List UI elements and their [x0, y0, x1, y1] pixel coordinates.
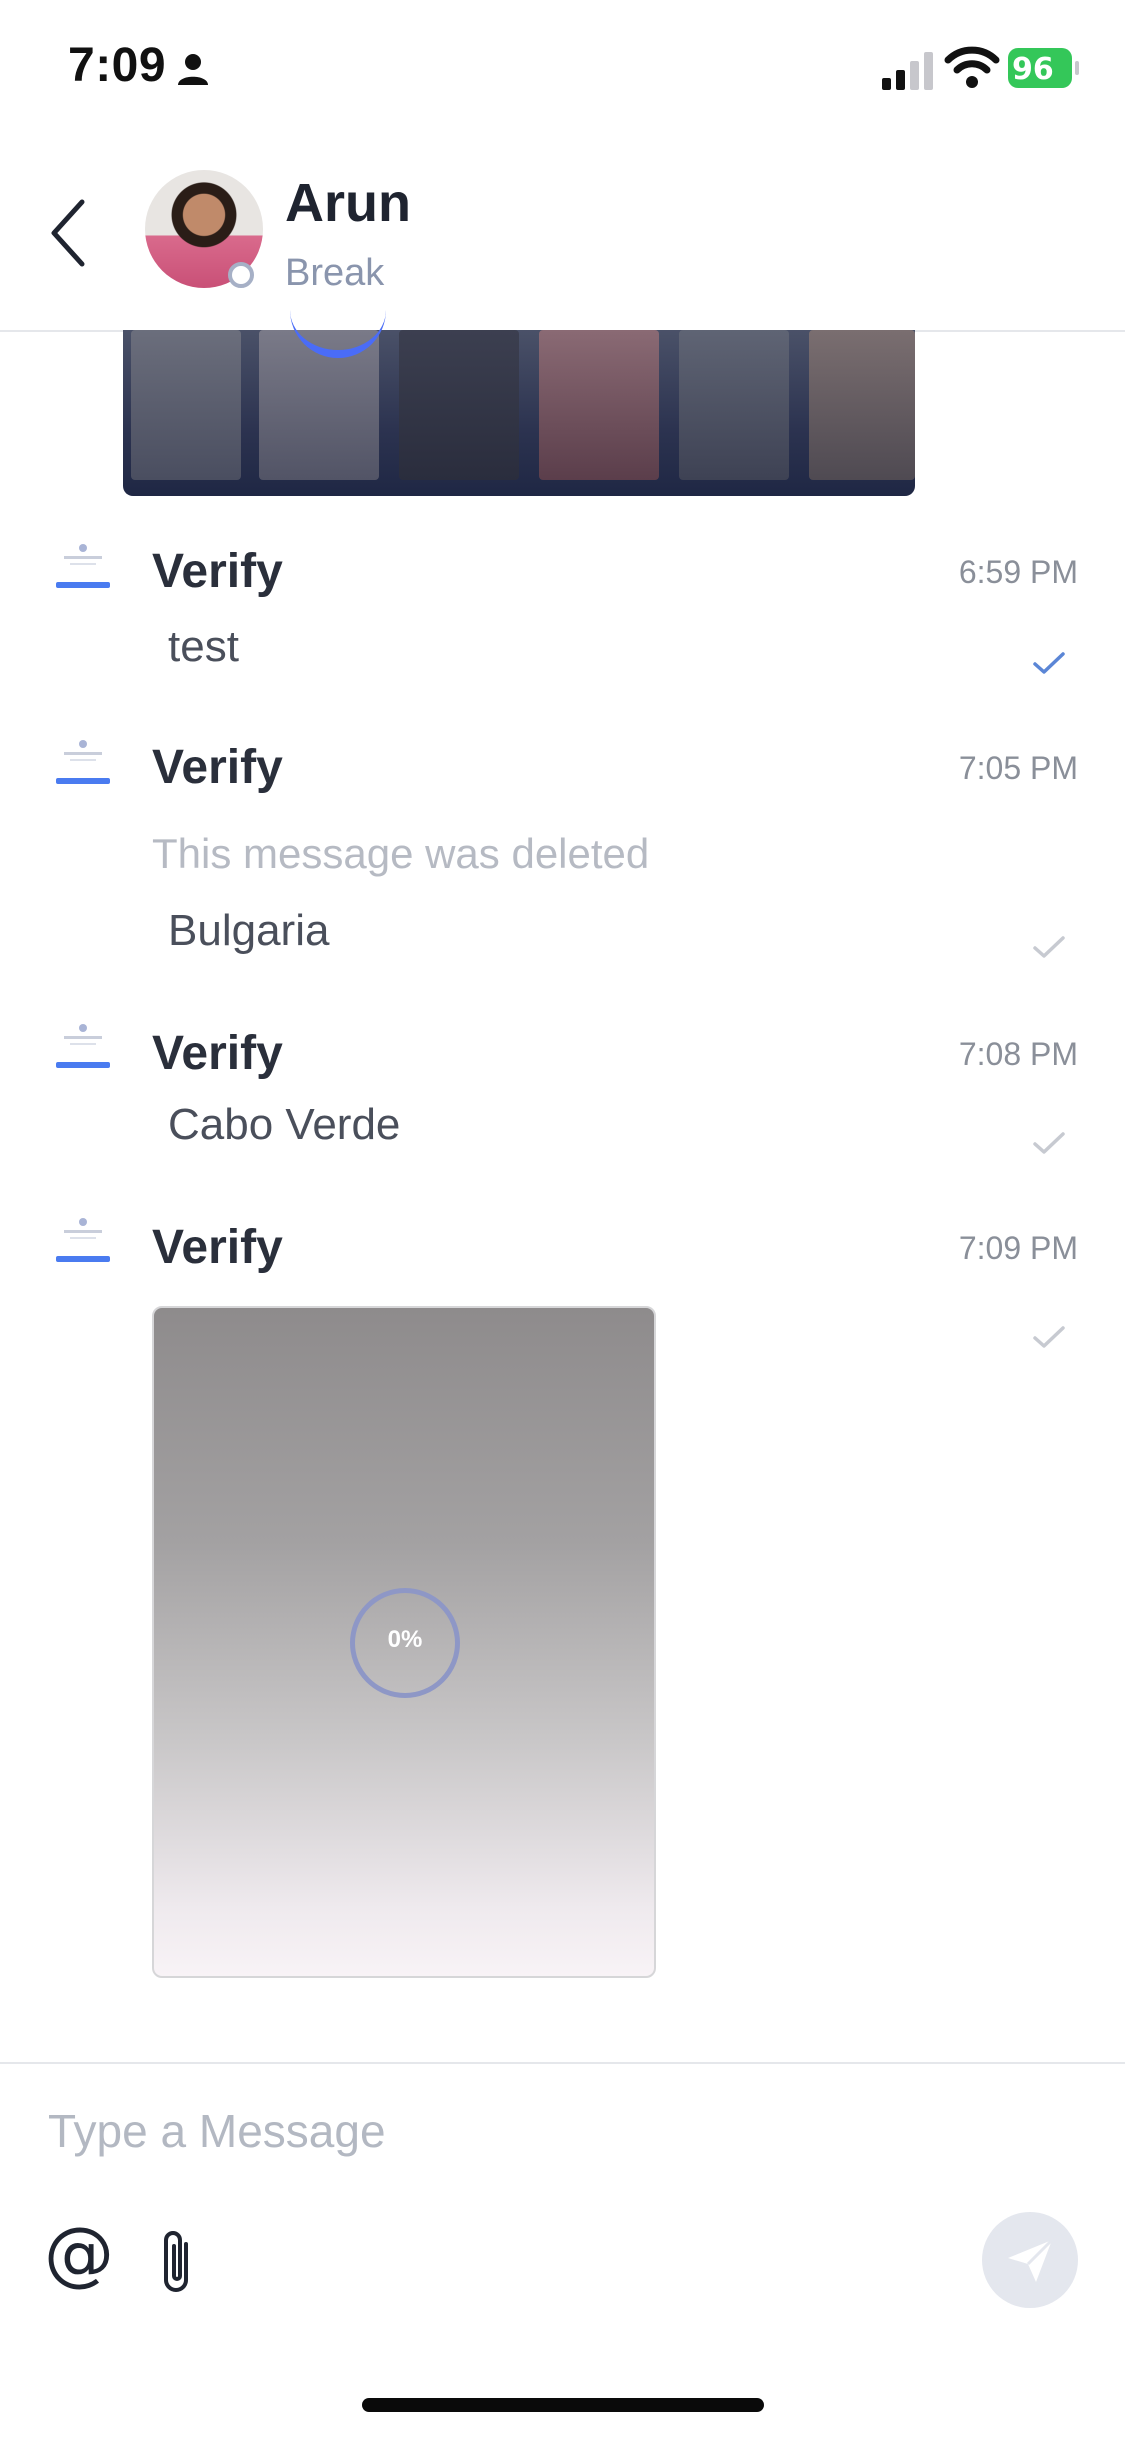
message-text: test — [168, 622, 239, 671]
message-time: 7:09 PM — [958, 1230, 1078, 1266]
back-chevron-icon[interactable] — [48, 198, 88, 268]
sender-avatar-icon — [56, 544, 110, 588]
message-text: Bulgaria — [168, 906, 330, 955]
paperclip-icon[interactable] — [158, 2226, 198, 2296]
battery-level: 96 — [1012, 52, 1054, 87]
message-sender: Verify — [152, 1221, 283, 1274]
sent-check-icon — [1033, 936, 1065, 958]
home-indicator — [362, 2398, 764, 2412]
sender-avatar-icon — [56, 740, 110, 784]
person-icon — [178, 54, 208, 85]
read-check-icon — [1033, 652, 1065, 674]
sent-check-icon — [1033, 1132, 1065, 1154]
contact-name[interactable]: Arun — [285, 172, 411, 234]
sender-avatar-icon — [56, 1218, 110, 1262]
contact-status: Break — [285, 252, 385, 294]
status-time: 7:09 — [68, 39, 167, 92]
message-time: 7:08 PM — [958, 1036, 1078, 1072]
send-paper-plane-icon — [1008, 2238, 1054, 2282]
sender-avatar-icon — [56, 1024, 110, 1068]
message-sender: Verify — [152, 1027, 283, 1080]
send-button[interactable] — [982, 2212, 1078, 2308]
message-time: 7:05 PM — [958, 750, 1078, 786]
battery-indicator: 96 — [1008, 48, 1079, 88]
uploading-image-attachment[interactable]: 0% — [152, 1306, 656, 1978]
presence-indicator — [228, 262, 254, 288]
message-sender: Verify — [152, 545, 283, 598]
sent-check-icon — [1033, 1326, 1065, 1348]
message-time: 6:59 PM — [958, 554, 1078, 590]
message-input[interactable] — [48, 2096, 948, 2166]
message-text: Cabo Verde — [168, 1100, 401, 1149]
message-sender: Verify — [152, 741, 283, 794]
mention-button[interactable]: @ — [44, 2218, 114, 2288]
upload-progress-text: 0% — [387, 1626, 423, 1653]
cellular-signal-icon — [882, 52, 933, 90]
wifi-icon — [944, 46, 1000, 88]
deleted-message-text: This message was deleted — [152, 830, 650, 877]
image-message-thumbnail[interactable] — [123, 330, 915, 496]
